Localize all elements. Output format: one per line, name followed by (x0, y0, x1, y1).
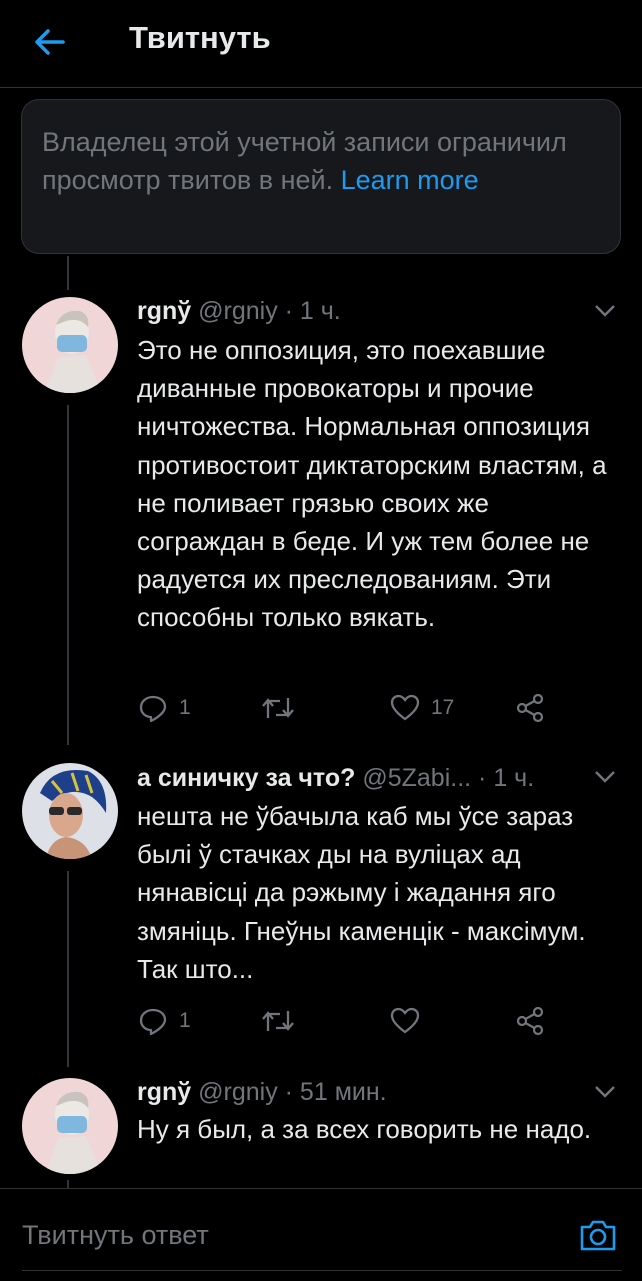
tweet-actions: 1 (137, 1001, 617, 1041)
reply-count: 1 (179, 696, 191, 719)
top-bar: Твитнуть (0, 0, 642, 88)
share-button[interactable] (514, 1001, 546, 1041)
tweet-text: Это не оппозиция, это поехавшие диванные… (137, 335, 607, 633)
tweet-menu-button[interactable] (592, 1082, 618, 1102)
reply-button[interactable]: 1 (137, 688, 191, 728)
user-handle[interactable]: @rgniy (198, 1078, 278, 1106)
avatar[interactable] (22, 297, 118, 393)
chevron-down-icon (595, 1086, 615, 1098)
tweet-menu-button[interactable] (592, 767, 618, 787)
tweet-text: нешта не ўбачыла каб мы ўсе зараз былі ў… (137, 801, 586, 984)
thread-line (67, 405, 69, 745)
statue-avatar-image (22, 1078, 118, 1174)
reply-input[interactable] (0, 1189, 560, 1281)
reply-composer (0, 1188, 642, 1281)
reply-button[interactable]: 1 (137, 1001, 191, 1041)
tweet-time: · 1 ч. (277, 297, 341, 325)
avatar[interactable] (22, 1078, 118, 1174)
arrow-left-icon (35, 29, 65, 55)
like-count: 17 (431, 696, 455, 719)
page-title: Твитнуть (129, 20, 271, 55)
thread-line (67, 1180, 69, 1188)
tweet-time: · 51 мин. (277, 1078, 387, 1106)
user-handle[interactable]: @5Zabi... (362, 764, 471, 792)
user-handle[interactable]: @rgniy (198, 297, 278, 325)
share-button[interactable] (514, 688, 546, 728)
chevron-down-icon (595, 305, 615, 317)
tweet-time: · 1 ч. (471, 764, 535, 792)
retweet-icon (262, 1011, 294, 1031)
tweet-header: а синичку за что? @5Zabi... · 1 ч. (137, 764, 534, 793)
camera-button[interactable] (578, 1215, 618, 1255)
heart-icon (390, 694, 420, 721)
heart-icon (390, 1007, 420, 1034)
thread-line (67, 871, 69, 1067)
learn-more-link[interactable]: Learn more (341, 165, 479, 195)
chevron-down-icon (595, 771, 615, 783)
avatar[interactable] (22, 763, 118, 859)
display-name[interactable]: rgnў (137, 1078, 191, 1106)
tweet-text: Ну я был, а за всех говорить не надо. (137, 1114, 592, 1144)
notice-text: Владелец этой учетной записи ограничил п… (42, 127, 567, 195)
tweet-header: rgnў @rgniy · 1 ч. (137, 297, 341, 326)
woman-avatar-image (22, 763, 118, 859)
reply-icon (139, 1008, 167, 1036)
statue-avatar-image (22, 297, 118, 393)
camera-icon (580, 1220, 616, 1251)
thread-line (67, 256, 69, 290)
protected-account-notice: Владелец этой учетной записи ограничил п… (21, 99, 621, 254)
divider (22, 1270, 622, 1271)
share-icon (516, 1006, 544, 1036)
tweet-menu-button[interactable] (592, 301, 618, 321)
back-button[interactable] (30, 22, 70, 62)
like-button[interactable]: 17 (389, 688, 454, 728)
reply-icon (139, 695, 167, 723)
tweet-header: rgnў @rgniy · 51 мин. (137, 1078, 387, 1107)
display-name[interactable]: а синичку за что? (137, 764, 355, 792)
retweet-button[interactable] (260, 688, 306, 728)
retweet-button[interactable] (260, 1001, 306, 1041)
display-name[interactable]: rgnў (137, 297, 191, 325)
share-icon (516, 693, 544, 723)
like-button[interactable] (389, 1001, 431, 1041)
tweet-actions: 1 17 (137, 688, 617, 728)
reply-count: 1 (179, 1009, 191, 1032)
retweet-icon (262, 698, 294, 718)
